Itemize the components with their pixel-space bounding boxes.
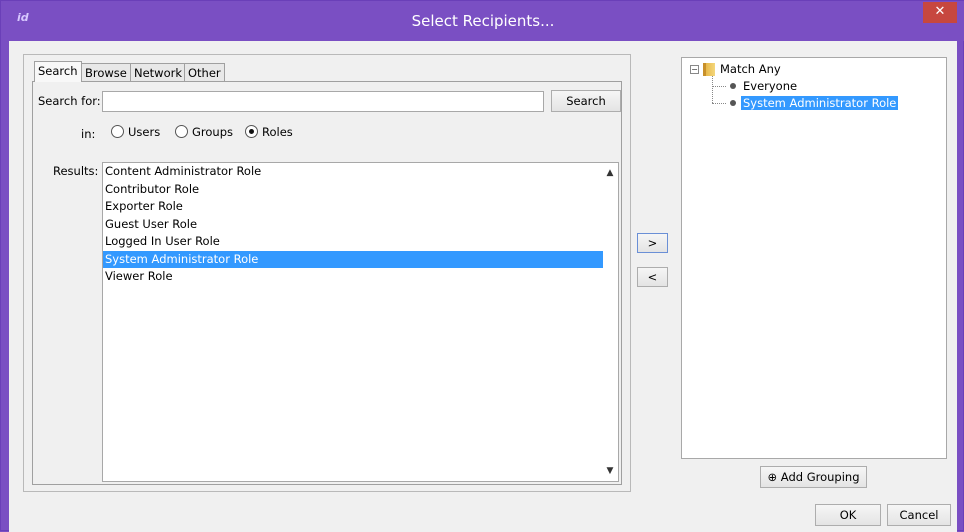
remove-recipient-button[interactable]: < [637,267,668,287]
radio-roles-circle [245,125,258,138]
recipients-tree[interactable]: − Match Any Everyone System Administrato… [681,57,947,459]
radio-groups-label: Groups [192,125,234,139]
tree-node-everyone[interactable]: Everyone [743,79,797,93]
list-item[interactable]: Contributor Role [103,181,603,199]
tree-connector [712,103,726,104]
tree-root-match-any[interactable]: Match Any [720,62,781,76]
tab-other[interactable]: Other [184,63,225,81]
close-button[interactable]: ✕ [923,2,957,23]
folder-icon [703,63,715,76]
radio-roles[interactable]: Roles [245,125,293,139]
list-item[interactable]: Guest User Role [103,216,603,234]
tab-browse[interactable]: Browse [81,63,131,81]
tree-node-system-admin[interactable]: System Administrator Role [741,96,899,110]
search-button[interactable]: Search [551,90,621,112]
search-panel: Search Browse Network Other Search for: … [23,54,631,492]
ok-button[interactable]: OK [815,504,881,526]
radio-users-label: Users [128,125,161,139]
results-label: Results: [53,164,99,178]
search-input[interactable] [102,91,544,112]
results-list[interactable]: Content Administrator Role Contributor R… [102,162,619,482]
search-for-label: Search for: [38,94,101,108]
cancel-button[interactable]: Cancel [887,504,951,526]
tree-connector [712,76,713,103]
tree-node-label-selected: System Administrator Role [741,96,899,110]
radio-users-circle [111,125,124,138]
dialog-window: id Select Recipients... ✕ Search Browse … [0,0,964,532]
add-recipient-button[interactable]: > [637,233,668,253]
collapse-icon[interactable]: − [690,65,699,74]
list-item[interactable]: Exporter Role [103,198,603,216]
radio-roles-label: Roles [262,125,293,139]
add-grouping-label: Add Grouping [780,470,860,484]
radio-users[interactable]: Users [111,125,160,139]
tab-search[interactable]: Search [34,61,82,82]
plus-circle-icon: ⊕ [767,470,778,484]
list-item[interactable]: Viewer Role [103,268,603,286]
window-title: Select Recipients... [411,12,555,30]
tab-network[interactable]: Network [130,63,187,81]
radio-groups[interactable]: Groups [175,125,233,139]
scroll-up-icon[interactable]: ▲ [602,165,618,181]
list-item[interactable]: Content Administrator Role [103,163,603,181]
in-label: in: [81,127,96,141]
bullet-icon [730,83,736,89]
radio-groups-circle [175,125,188,138]
search-tab-body: Search for: Search in: Users Groups Role… [32,81,622,485]
list-item-selected[interactable]: System Administrator Role [103,250,603,268]
bullet-icon [730,100,736,106]
scroll-down-icon[interactable]: ▼ [602,463,618,479]
add-grouping-button[interactable]: ⊕ Add Grouping [760,466,867,488]
list-item[interactable]: Logged In User Role [103,233,603,251]
close-icon: ✕ [934,4,946,19]
title-bar[interactable]: id Select Recipients... ✕ [1,1,964,41]
dialog-content: Search Browse Network Other Search for: … [9,41,957,532]
tree-connector [712,86,726,87]
